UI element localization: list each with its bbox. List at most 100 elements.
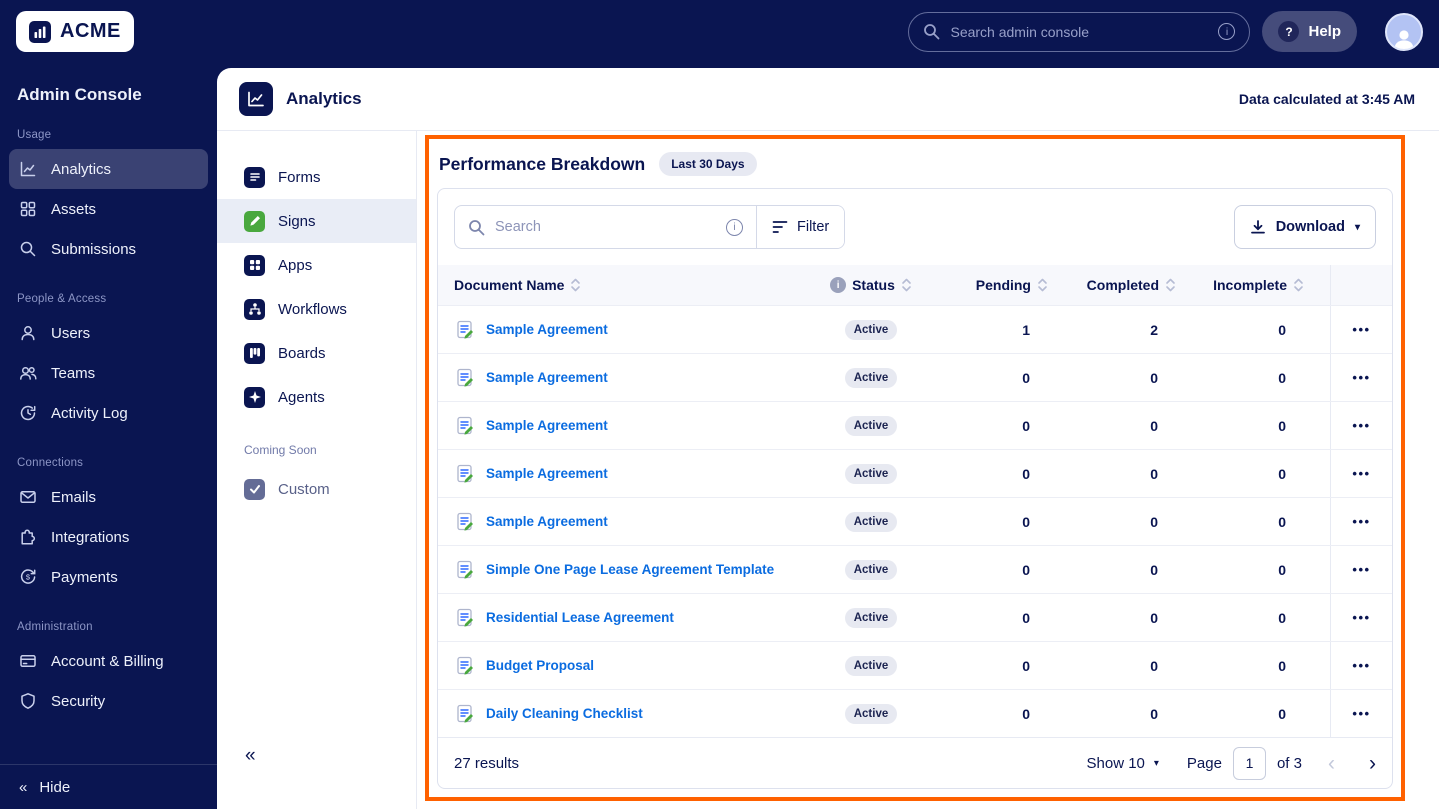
subnav-collapse-button[interactable]: «	[245, 745, 256, 767]
sidebar-item-label: Users	[51, 324, 91, 342]
subnav-item-label: Custom	[278, 480, 330, 498]
subnav-item-signs[interactable]: Signs	[217, 199, 416, 243]
download-button[interactable]: Download ▾	[1233, 205, 1376, 249]
info-icon[interactable]: i	[830, 277, 847, 293]
table-row: Daily Cleaning Checklist Active 0 0 0 ••…	[438, 689, 1392, 737]
column-label: Completed	[1086, 277, 1159, 293]
document-link[interactable]: Simple One Page Lease Agreement Template	[486, 562, 774, 577]
sidebar-item-teams[interactable]: Teams	[9, 353, 208, 393]
show-per-page-dropdown[interactable]: Show 10 ▾	[1087, 755, 1159, 772]
sidebar-item-label: Payments	[51, 568, 118, 586]
sidebar-item-account-billing[interactable]: Account & Billing	[9, 641, 208, 681]
table-row: Sample Agreement Active 1 2 0 •••	[438, 305, 1392, 353]
next-page-button[interactable]: ›	[1369, 753, 1376, 774]
page-title: Analytics	[286, 89, 362, 108]
status-badge: Active	[844, 319, 898, 340]
incomplete-value: 0	[1278, 561, 1286, 578]
pending-value: 1	[1022, 321, 1030, 338]
column-label: Status	[852, 277, 895, 293]
help-label: Help	[1308, 23, 1341, 40]
document-link[interactable]: Daily Cleaning Checklist	[486, 706, 643, 721]
product-subnav: Forms Signs Apps Workflows Boards Agents	[217, 131, 417, 809]
sidebar-item-label: Analytics	[51, 160, 112, 178]
admin-search-input[interactable]	[950, 23, 1209, 40]
sort-icon	[901, 277, 912, 293]
more-actions-button[interactable]: •••	[1352, 322, 1370, 337]
performance-breakdown-panel: Performance Breakdown Last 30 Days Searc…	[425, 135, 1405, 801]
page-number-input[interactable]	[1232, 746, 1266, 780]
data-calculated-status: Data calculated at 3:45 AM	[1238, 91, 1415, 107]
sidebar-item-analytics[interactable]: Analytics	[9, 149, 208, 189]
content-area: Performance Breakdown Last 30 Days Searc…	[417, 131, 1439, 809]
workflows-icon	[244, 298, 265, 320]
sidebar-item-emails[interactable]: Emails	[9, 477, 208, 517]
status-badge: Active	[844, 559, 898, 580]
more-actions-button[interactable]: •••	[1352, 370, 1370, 385]
more-actions-button[interactable]: •••	[1352, 466, 1370, 481]
status-badge: Active	[844, 415, 898, 436]
more-actions-button[interactable]: •••	[1352, 706, 1370, 721]
sidebar-item-submissions[interactable]: Submissions	[9, 229, 208, 269]
more-actions-button[interactable]: •••	[1352, 418, 1370, 433]
svg-text:$: $	[26, 573, 31, 582]
more-actions-button[interactable]: •••	[1352, 658, 1370, 673]
column-header-status[interactable]: i Status	[796, 265, 946, 305]
completed-value: 2	[1150, 321, 1158, 338]
document-link[interactable]: Sample Agreement	[486, 514, 608, 529]
filter-label: Filter	[797, 219, 830, 235]
subnav-item-apps[interactable]: Apps	[217, 243, 416, 287]
previous-page-button[interactable]: ‹	[1328, 753, 1335, 774]
avatar[interactable]	[1385, 12, 1423, 51]
info-icon[interactable]: i	[1218, 23, 1236, 40]
sidebar-item-assets[interactable]: Assets	[9, 189, 208, 229]
assets-icon	[18, 199, 38, 219]
document-link[interactable]: Sample Agreement	[486, 370, 608, 385]
subnav-item-agents[interactable]: Agents	[217, 375, 416, 419]
sidebar-hide-button[interactable]: « Hide	[0, 764, 217, 809]
column-label: Incomplete	[1213, 277, 1287, 293]
subnav-item-forms[interactable]: Forms	[217, 155, 416, 199]
results-count: 27 results	[454, 754, 520, 772]
sort-icon	[1165, 277, 1176, 293]
subnav-item-custom[interactable]: Custom	[217, 467, 416, 511]
document-link[interactable]: Sample Agreement	[486, 418, 608, 433]
completed-value: 0	[1150, 561, 1158, 578]
completed-value: 0	[1150, 705, 1158, 722]
table-row: Sample Agreement Active 0 0 0 •••	[438, 353, 1392, 401]
document-link[interactable]: Residential Lease Agreement	[486, 610, 674, 625]
subnav-item-label: Boards	[278, 344, 326, 362]
subnav-item-workflows[interactable]: Workflows	[217, 287, 416, 331]
subnav-item-boards[interactable]: Boards	[217, 331, 416, 375]
column-label: Pending	[975, 277, 1031, 293]
document-link[interactable]: Sample Agreement	[486, 322, 608, 337]
column-header-completed[interactable]: Completed	[1074, 265, 1202, 305]
agents-icon	[244, 386, 265, 408]
table-row: Simple One Page Lease Agreement Template…	[438, 545, 1392, 593]
sidebar-item-users[interactable]: Users	[9, 313, 208, 353]
document-link[interactable]: Budget Proposal	[486, 658, 594, 673]
sidebar-item-integrations[interactable]: Integrations	[9, 517, 208, 557]
section-label-connections: Connections	[17, 457, 84, 469]
more-actions-button[interactable]: •••	[1352, 562, 1370, 577]
subnav-item-label: Agents	[278, 388, 325, 406]
shield-icon	[18, 691, 38, 711]
column-header-document-name[interactable]: Document Name	[438, 265, 796, 305]
admin-search: i	[908, 11, 1251, 52]
people-icon	[18, 363, 38, 383]
column-header-incomplete[interactable]: Incomplete	[1202, 265, 1330, 305]
filter-button[interactable]: Filter	[757, 206, 845, 248]
filter-icon	[772, 220, 788, 234]
more-actions-button[interactable]: •••	[1352, 514, 1370, 529]
sidebar-item-security[interactable]: Security	[9, 681, 208, 721]
sidebar-item-payments[interactable]: $ Payments	[9, 557, 208, 597]
download-icon	[1250, 219, 1266, 235]
user-icon	[18, 323, 38, 343]
table-search-input[interactable]	[495, 219, 716, 235]
sidebar-item-activity-log[interactable]: Activity Log	[9, 393, 208, 433]
acme-logo[interactable]: ACME	[16, 11, 134, 52]
more-actions-button[interactable]: •••	[1352, 610, 1370, 625]
help-button[interactable]: ? Help	[1262, 11, 1357, 52]
column-header-pending[interactable]: Pending	[946, 265, 1074, 305]
document-link[interactable]: Sample Agreement	[486, 466, 608, 481]
info-icon[interactable]: i	[726, 218, 743, 236]
